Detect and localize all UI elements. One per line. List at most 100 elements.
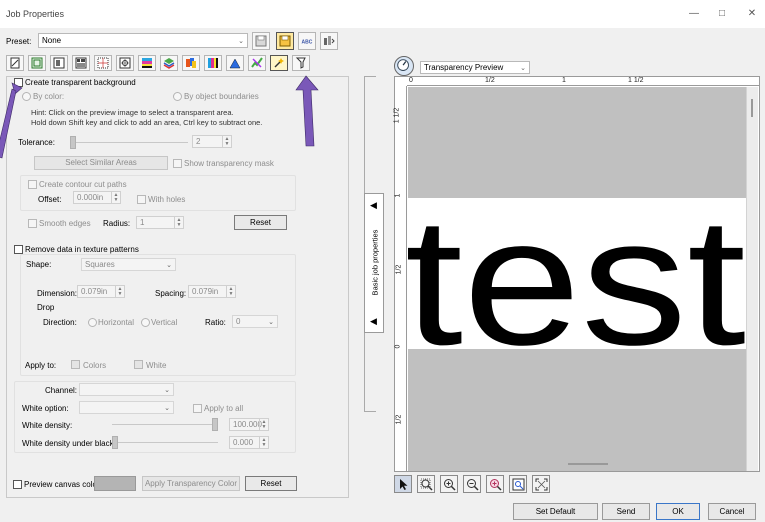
spin-arrows-icon[interactable]: ▲ ▼ (226, 286, 235, 297)
zoom-selection-icon[interactable] (486, 475, 504, 493)
white-density-label: White density: (22, 421, 73, 430)
spin-arrows-icon[interactable]: ▲ ▼ (259, 419, 268, 430)
title-bar: Job Properties — □ ✕ (0, 0, 765, 28)
white-checkbox[interactable] (134, 360, 143, 369)
spin-arrows-icon[interactable]: ▲ ▼ (111, 192, 120, 203)
under-black-spinbox[interactable]: 0.000 ▲ ▼ (229, 436, 269, 449)
nest-tab[interactable] (72, 55, 90, 71)
annotation-arrows (0, 75, 319, 159)
preview-horizontal-scrollbar-thumb[interactable] (568, 463, 608, 465)
color-tab[interactable] (138, 55, 156, 71)
annotation-arrow-left (0, 82, 23, 159)
transparency-reset-button[interactable]: Reset (234, 215, 287, 230)
preview-mode-dropdown[interactable]: Transparency Preview ⌄ (420, 61, 530, 74)
chevron-down-icon: ⌄ (268, 318, 274, 326)
preview-gauge-icon[interactable] (394, 56, 414, 76)
spin-arrows-icon[interactable]: ▲ ▼ (259, 437, 268, 448)
zoom-select-icon[interactable] (417, 475, 435, 493)
layout-tab[interactable] (50, 55, 68, 71)
preview-image[interactable]: test (408, 198, 746, 349)
shape-label: Shape: (26, 260, 52, 269)
white-label: White (146, 361, 167, 370)
canvas-color-swatch[interactable] (94, 476, 136, 491)
save-preset-icon[interactable] (252, 32, 270, 50)
dimension-spinbox[interactable]: 0.079in ▲ ▼ (77, 285, 125, 298)
white-density-spinbox[interactable]: 100.000 ▲ ▼ (229, 418, 269, 431)
abc-icon[interactable]: ABC (298, 32, 316, 50)
canvas-reset-button[interactable]: Reset (245, 476, 297, 491)
chevron-down-icon: ⌄ (164, 386, 170, 394)
white-density-thumb[interactable] (212, 418, 218, 431)
maximize-icon[interactable]: □ (712, 6, 732, 22)
ok-button[interactable]: OK (656, 503, 700, 520)
vertical-radio[interactable] (141, 318, 150, 327)
with-holes-checkbox[interactable] (137, 195, 146, 204)
colors-checkbox[interactable] (71, 360, 80, 369)
pointer-icon[interactable] (394, 475, 412, 493)
preset-value: None (42, 36, 62, 45)
preview-canvas-checkbox[interactable] (13, 480, 22, 489)
collapse-arrow-icon[interactable]: ◀ (370, 316, 377, 327)
under-black-thumb[interactable] (112, 436, 118, 449)
channel-dropdown[interactable]: ⌄ (79, 383, 174, 396)
preset-dropdown[interactable]: None ⌄ (38, 33, 248, 48)
size-tab[interactable] (28, 55, 46, 71)
remove-texture-checkbox[interactable] (14, 245, 23, 254)
direction-label: Direction: (43, 318, 77, 327)
ratio-label: Ratio: (205, 318, 226, 327)
sharpen-tab[interactable] (226, 55, 244, 71)
smooth-edges-checkbox[interactable] (28, 219, 37, 228)
radius-spinbox[interactable]: 1 ▲ ▼ (136, 216, 184, 229)
scrollbar-thumb[interactable] (751, 99, 753, 117)
chevron-down-icon: ⌄ (164, 404, 170, 412)
minimize-icon[interactable]: — (684, 6, 704, 22)
contour-cut-label: Create contour cut paths (39, 180, 127, 189)
send-button[interactable]: Send (602, 503, 650, 520)
offset-spinbox[interactable]: 0.000in ▲ ▼ (73, 191, 121, 204)
basic-job-properties-toggle[interactable]: ◀ Basic job properties ◀ (364, 193, 384, 333)
preview-vertical-scrollbar[interactable] (746, 87, 758, 471)
white-density-track[interactable] (112, 424, 218, 425)
spin-arrows-icon[interactable]: ▲ ▼ (174, 217, 183, 228)
save-as-preset-icon[interactable] (276, 32, 294, 50)
apply-transparency-color-button[interactable]: Apply Transparency Color (142, 476, 240, 491)
marks-tab[interactable] (116, 55, 134, 71)
white-option-label: White option: (22, 404, 69, 413)
preset-manager-icon[interactable] (320, 32, 338, 50)
horizontal-radio[interactable] (88, 318, 97, 327)
set-default-button[interactable]: Set Default (513, 503, 598, 520)
colors-label: Colors (83, 361, 107, 370)
basic-job-properties-label: Basic job properties (370, 229, 380, 296)
transparency-tab[interactable] (270, 55, 288, 71)
fit-screen-icon[interactable] (532, 475, 550, 493)
show-transparency-mask-label: Show transparency mask (184, 159, 274, 168)
spacing-spinbox[interactable]: 0.079in ▲ ▼ (188, 285, 236, 298)
channels-tab[interactable] (204, 55, 222, 71)
under-black-track[interactable] (112, 442, 218, 443)
ratio-dropdown[interactable]: 0 ⌄ (232, 315, 278, 328)
zoom-actual-icon[interactable] (509, 475, 527, 493)
top-ruler: 0 1/2 1 1 1/2 (407, 77, 759, 86)
spin-arrows-icon[interactable]: ▲ ▼ (115, 286, 124, 297)
cancel-button[interactable]: Cancel (708, 503, 756, 520)
job-info-tab[interactable] (6, 55, 24, 71)
close-icon[interactable]: ✕ (742, 6, 762, 22)
shape-dropdown[interactable]: Squares ⌄ (81, 258, 176, 271)
contour-cut-checkbox[interactable] (28, 180, 37, 189)
preview-canvas-label: Preview canvas color (24, 480, 100, 489)
color-management-tab[interactable] (160, 55, 178, 71)
vertical-label: Vertical (151, 318, 178, 327)
tile-tab[interactable] (94, 55, 112, 71)
zoom-out-icon[interactable] (463, 475, 481, 493)
output-tab[interactable] (292, 55, 310, 71)
svg-text:ABC: ABC (302, 40, 313, 46)
finishing-tab[interactable] (248, 55, 266, 71)
show-transparency-mask-checkbox[interactable] (173, 159, 182, 168)
zoom-in-icon[interactable] (440, 475, 458, 493)
collapse-arrow-icon[interactable]: ◀ (370, 200, 377, 211)
spot-color-tab[interactable] (182, 55, 200, 71)
white-option-dropdown[interactable]: ⌄ (79, 401, 174, 414)
preview-image-graphic: test (408, 198, 746, 349)
horizontal-label: Horizontal (98, 318, 135, 327)
apply-to-all-checkbox[interactable] (193, 404, 202, 413)
